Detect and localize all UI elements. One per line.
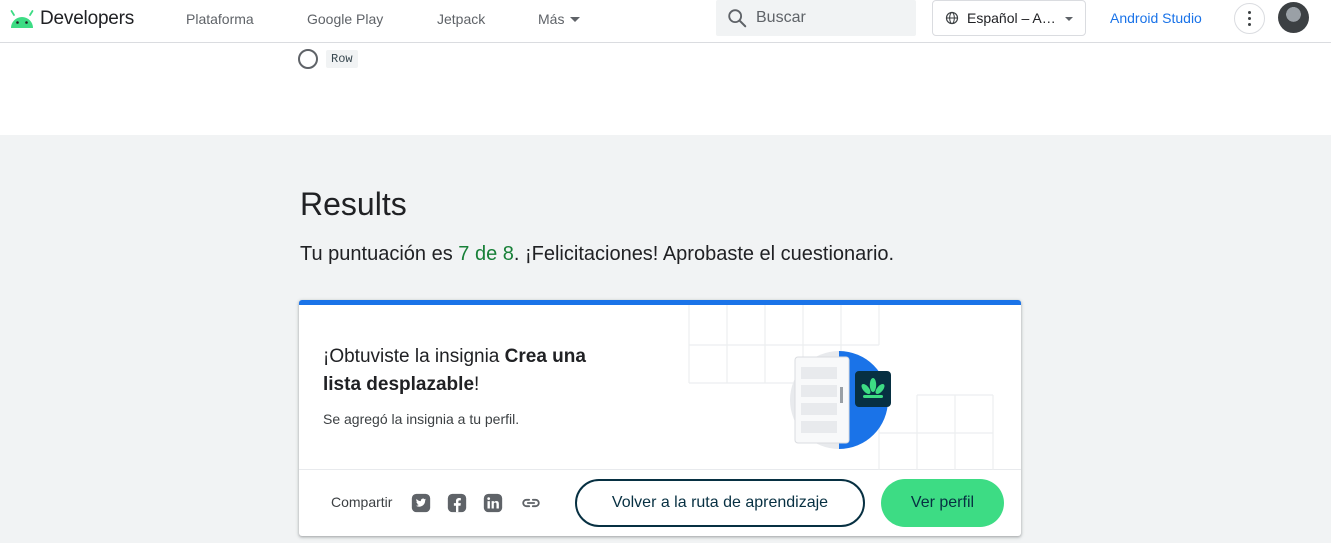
search-input[interactable] bbox=[756, 9, 896, 27]
caret-down-icon bbox=[1065, 17, 1073, 21]
chevron-down-icon bbox=[570, 16, 581, 22]
user-avatar[interactable] bbox=[1278, 2, 1309, 33]
more-options-button[interactable] bbox=[1234, 3, 1265, 34]
badge-heading: ¡Obtuviste la insignia Crea una lista de… bbox=[323, 343, 623, 399]
search-icon bbox=[728, 9, 747, 28]
badge-card: ¡Obtuviste la insignia Crea una lista de… bbox=[299, 300, 1021, 536]
badge-heading-suffix: ! bbox=[474, 374, 480, 395]
badge-heading-prefix: ¡Obtuviste la insignia bbox=[323, 346, 505, 367]
nav-plataforma[interactable]: Plataforma bbox=[186, 11, 254, 27]
dot-icon bbox=[1248, 23, 1251, 26]
results-title: Results bbox=[300, 186, 407, 222]
nav-jetpack[interactable]: Jetpack bbox=[437, 11, 485, 27]
badge-note: Se agregó la insignia a tu perfil. bbox=[323, 411, 520, 427]
score-prefix: Tu puntuación es bbox=[300, 243, 459, 265]
android-logo-icon bbox=[10, 10, 34, 28]
dot-icon bbox=[1248, 17, 1251, 20]
dot-icon bbox=[1248, 11, 1251, 14]
back-to-learning-path-button[interactable]: Volver a la ruta de aprendizaje bbox=[575, 479, 865, 527]
score-summary: Tu puntuación es 7 de 8. ¡Felicitaciones… bbox=[300, 243, 894, 266]
search-box[interactable] bbox=[716, 0, 916, 36]
nav-google-play[interactable]: Google Play bbox=[307, 11, 383, 27]
answer-code-label: Row bbox=[326, 50, 358, 68]
language-selector[interactable]: Español – A… bbox=[932, 0, 1086, 36]
nav-mas-label: Más bbox=[538, 11, 565, 27]
android-developers-logo[interactable]: Developers bbox=[8, 5, 134, 33]
badge-card-body: ¡Obtuviste la insignia Crea una lista de… bbox=[299, 305, 1021, 470]
nav-mas[interactable]: Más bbox=[538, 11, 581, 27]
score-value: 7 de 8 bbox=[458, 243, 514, 265]
link-icon[interactable] bbox=[520, 492, 542, 514]
logo-text: Developers bbox=[40, 8, 135, 29]
twitter-icon[interactable] bbox=[410, 492, 432, 514]
android-studio-link[interactable]: Android Studio bbox=[1110, 10, 1202, 26]
facebook-icon[interactable] bbox=[446, 492, 468, 514]
badge-card-footer: Compartir Volver a la ruta de aprendizaj… bbox=[299, 470, 1021, 536]
linkedin-icon[interactable] bbox=[482, 492, 504, 514]
language-label: Español – A… bbox=[967, 10, 1056, 26]
score-suffix: . ¡Felicitaciones! Aprobaste el cuestion… bbox=[513, 243, 895, 265]
share-label: Compartir bbox=[331, 494, 393, 510]
top-header: Developers Plataforma Google Play Jetpac… bbox=[0, 0, 1331, 43]
view-profile-button[interactable]: Ver perfil bbox=[881, 479, 1004, 527]
answer-radio[interactable] bbox=[298, 49, 318, 69]
globe-icon bbox=[945, 11, 959, 25]
